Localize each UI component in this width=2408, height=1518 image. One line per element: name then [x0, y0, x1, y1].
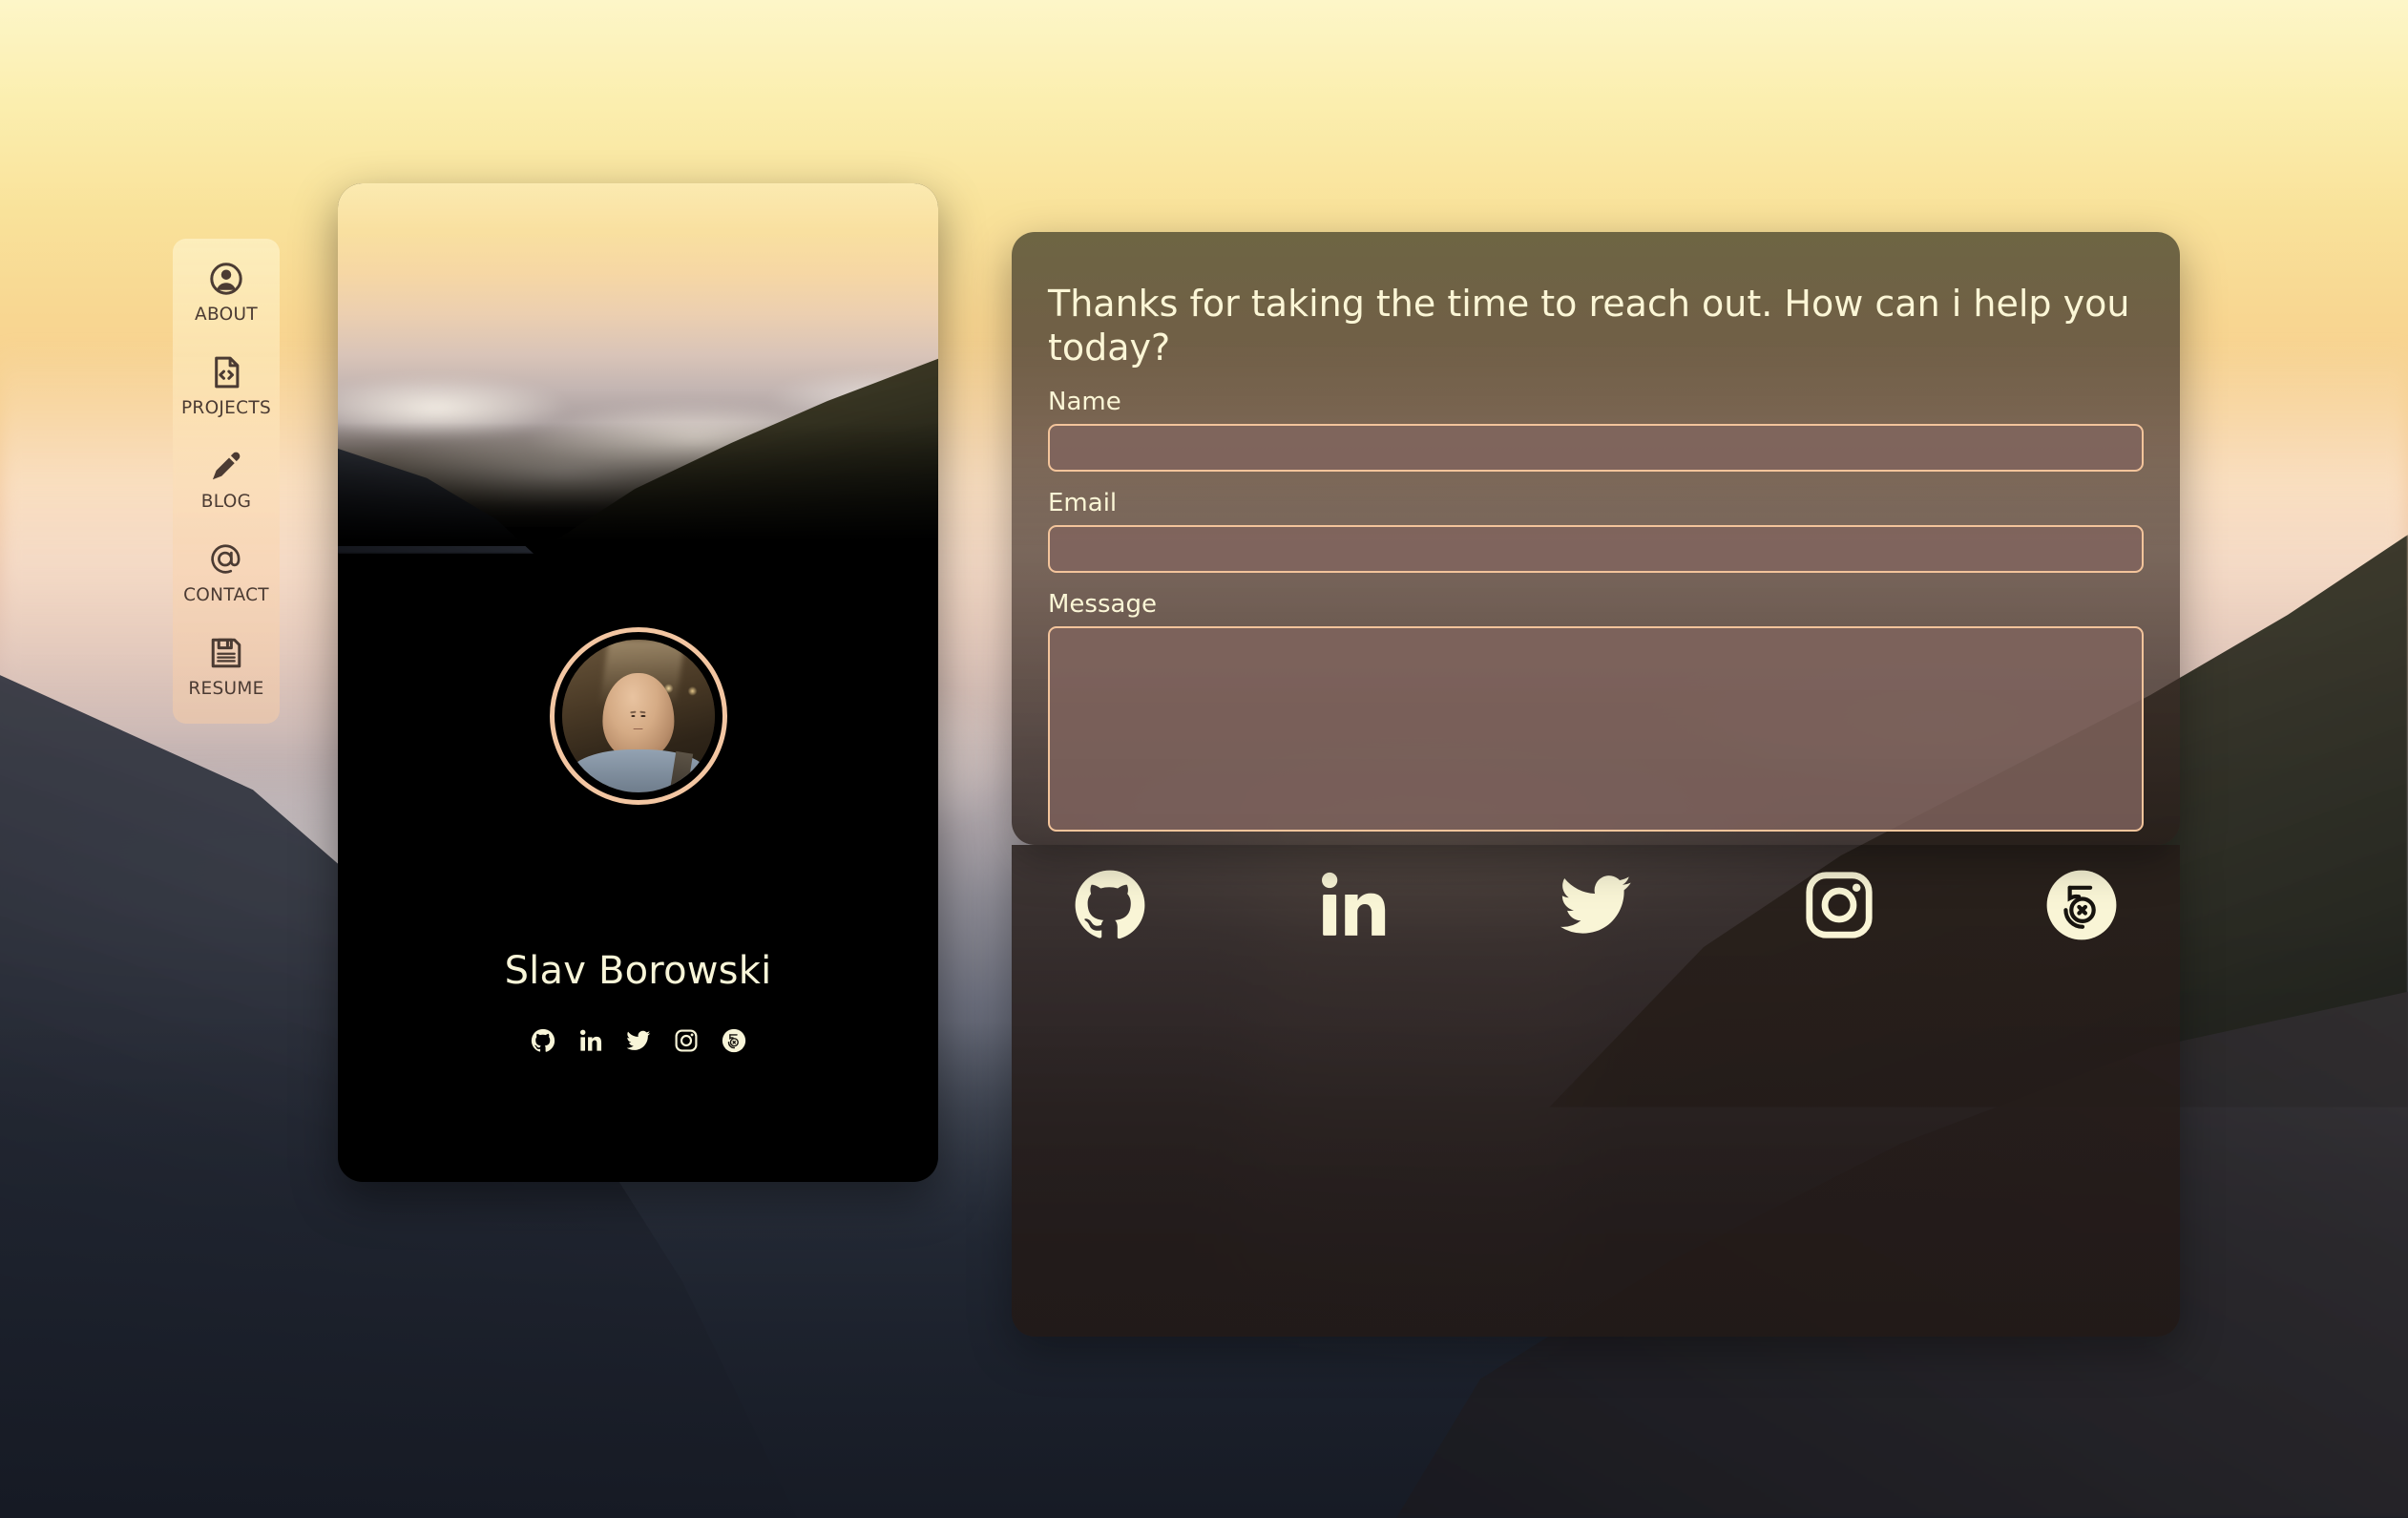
contact-form-card: Thanks for taking the time to reach out.…: [1012, 232, 2180, 845]
sidebar-item-about[interactable]: ABOUT: [173, 260, 280, 325]
profile-social-linkedin[interactable]: [577, 1027, 604, 1054]
pen-icon: [207, 447, 245, 485]
contact-social-instagram[interactable]: [1798, 864, 1880, 946]
file-code-icon: [207, 353, 245, 391]
twitter-icon: [1559, 868, 1633, 942]
profile-social-links: [338, 1027, 938, 1054]
github-icon: [1073, 868, 1147, 942]
github-icon: [531, 1028, 555, 1053]
contact-social-twitter[interactable]: [1555, 864, 1637, 946]
name-field-label: Name: [1048, 387, 1121, 416]
sidebar-item-label: ABOUT: [195, 305, 258, 325]
contact-social-links: [1056, 864, 2136, 946]
name-field-block: Name: [1048, 388, 2144, 472]
contact-social-panel: [1012, 845, 2180, 1337]
name-input[interactable]: [1048, 423, 2144, 472]
twitter-icon: [626, 1028, 651, 1053]
profile-name: Slav Borowski: [504, 949, 772, 993]
sidebar-item-label: PROJECTS: [180, 398, 272, 418]
sidebar-item-blog[interactable]: BLOG: [173, 447, 280, 512]
contact-social-github[interactable]: [1069, 864, 1151, 946]
cover-fade: [338, 422, 938, 546]
fivehundredpx-icon: [2044, 868, 2119, 942]
profile-social-500px[interactable]: [721, 1027, 747, 1054]
profile-card: Slav Borowski: [338, 183, 938, 1182]
message-field-block: Message: [1048, 590, 2144, 832]
sidebar-item-resume[interactable]: RESUME: [173, 634, 280, 699]
linkedin-icon: [1316, 868, 1391, 942]
instagram-icon: [1802, 868, 1876, 942]
at-sign-icon: [207, 540, 245, 579]
fivehundredpx-icon: [722, 1028, 746, 1053]
message-textarea[interactable]: [1048, 625, 2144, 832]
sidebar-item-contact[interactable]: CONTACT: [173, 540, 280, 605]
email-input[interactable]: [1048, 524, 2144, 573]
message-field-label: Message: [1048, 589, 1157, 619]
sidebar-nav: ABOUT PROJECTS BLOG CONTACT RESUME: [173, 239, 280, 724]
sidebar-item-label: RESUME: [188, 679, 264, 699]
email-field-label: Email: [1048, 488, 1118, 517]
profile-social-twitter[interactable]: [625, 1027, 652, 1054]
floppy-disk-icon: [207, 634, 245, 672]
contact-social-500px[interactable]: [2041, 864, 2123, 946]
sidebar-item-label: CONTACT: [183, 585, 269, 605]
instagram-icon: [674, 1028, 699, 1053]
page-background: ABOUT PROJECTS BLOG CONTACT RESUME Slav …: [0, 0, 2408, 1518]
profile-cover-image: [338, 183, 938, 554]
sidebar-item-projects[interactable]: PROJECTS: [173, 353, 280, 418]
avatar: [549, 627, 727, 805]
linkedin-icon: [578, 1028, 603, 1053]
email-field-block: Email: [1048, 489, 2144, 573]
profile-social-github[interactable]: [530, 1027, 556, 1054]
contact-social-linkedin[interactable]: [1312, 864, 1394, 946]
contact-form-heading: Thanks for taking the time to reach out.…: [1048, 283, 2130, 369]
avatar-photo: [561, 640, 715, 792]
user-circle-icon: [207, 260, 245, 298]
profile-social-instagram[interactable]: [673, 1027, 700, 1054]
sidebar-item-label: BLOG: [200, 492, 252, 512]
